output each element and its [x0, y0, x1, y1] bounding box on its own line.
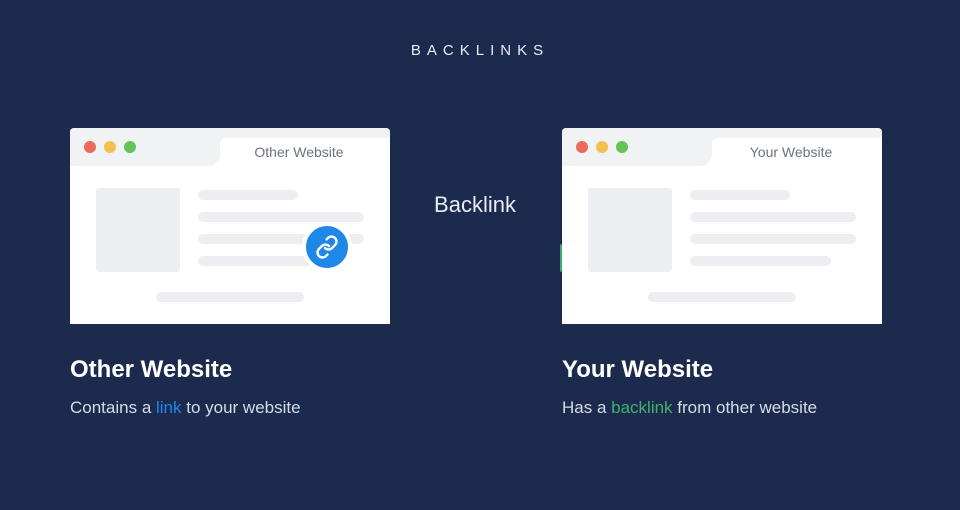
link-icon: [302, 222, 352, 272]
caption-highlight: backlink: [611, 398, 672, 417]
caption-prefix: Contains a: [70, 398, 156, 417]
maximize-icon: [616, 141, 628, 153]
caption-suffix: from other website: [673, 398, 818, 417]
browser-tab: Other Website: [220, 138, 390, 166]
caption-text: Has a backlink from other website: [562, 398, 882, 418]
other-website-caption: Other Website Contains a link to your we…: [70, 356, 390, 418]
tab-label: Other Website: [254, 144, 355, 160]
arrow-label: Backlink: [360, 192, 590, 218]
your-website-panel: Your Website Your Website Has a backlink…: [562, 128, 882, 418]
page-content: [562, 166, 882, 324]
browser-chrome: Other Website: [70, 128, 390, 166]
image-placeholder: [588, 188, 672, 272]
other-website-panel: Other Website Other Website: [70, 128, 390, 418]
window-controls: [84, 141, 136, 153]
text-placeholder-line: [648, 292, 795, 302]
backlink-arrow: [360, 238, 590, 278]
caption-prefix: Has a: [562, 398, 611, 417]
browser-tab: Your Website: [712, 138, 882, 166]
caption-highlight: link: [156, 398, 182, 417]
caption-heading: Other Website: [70, 356, 390, 384]
caption-text: Contains a link to your website: [70, 398, 390, 418]
window-controls: [576, 141, 628, 153]
minimize-icon: [104, 141, 116, 153]
caption-suffix: to your website: [182, 398, 301, 417]
image-placeholder: [96, 188, 180, 272]
text-placeholder: [690, 188, 856, 278]
page-title: BACKLINKS: [0, 42, 960, 59]
your-website-caption: Your Website Has a backlink from other w…: [562, 356, 882, 418]
tab-label: Your Website: [750, 144, 845, 160]
browser-mockup-other: Other Website: [70, 128, 390, 324]
browser-mockup-your: Your Website: [562, 128, 882, 324]
close-icon: [84, 141, 96, 153]
browser-chrome: Your Website: [562, 128, 882, 166]
minimize-icon: [596, 141, 608, 153]
text-placeholder-line: [156, 292, 303, 302]
maximize-icon: [124, 141, 136, 153]
close-icon: [576, 141, 588, 153]
caption-heading: Your Website: [562, 356, 882, 384]
